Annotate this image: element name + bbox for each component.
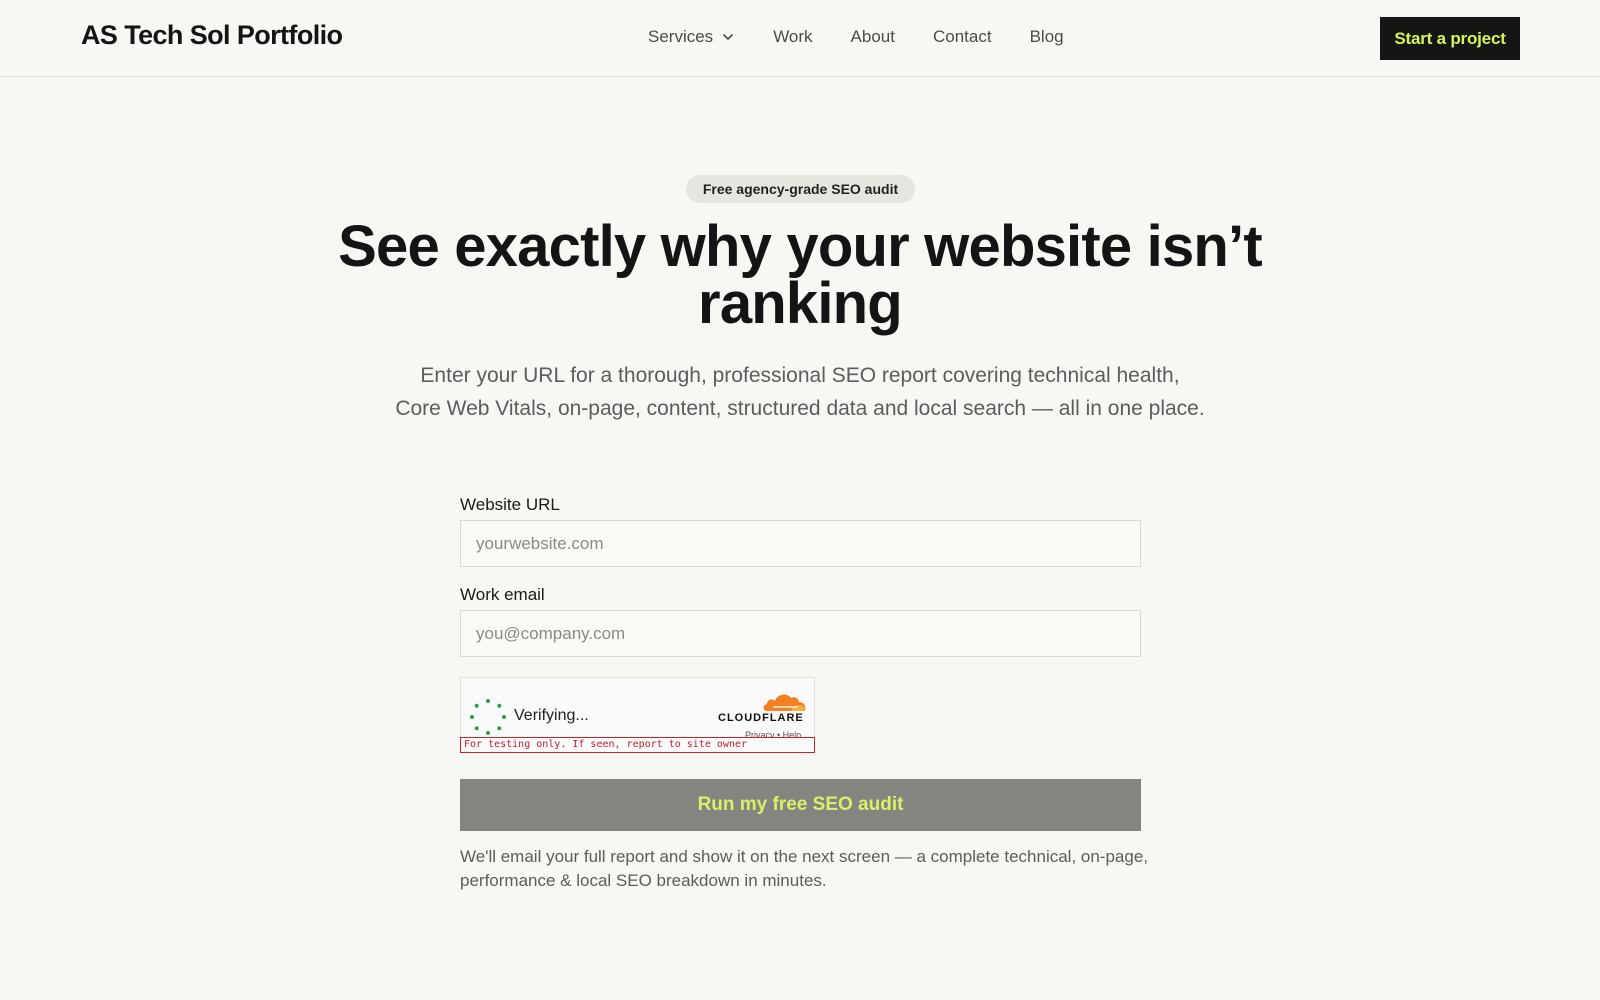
headline-line-1: See exactly why your website isn’t	[338, 214, 1263, 279]
chevron-down-icon	[723, 34, 733, 40]
site-header: AS Tech Sol Portfolio Services Work Abou…	[0, 0, 1600, 77]
nav-item-label: Services	[648, 27, 714, 46]
nav-item-label: Work	[773, 27, 813, 46]
hero-badge: Free agency-grade SEO audit	[686, 175, 915, 203]
nav-item-label: About	[850, 27, 895, 46]
site-logo[interactable]: AS Tech Sol Portfolio	[81, 20, 343, 51]
page-title: See exactly why your website isn’t ranki…	[300, 218, 1300, 333]
nav-item-blog[interactable]: Blog	[1030, 27, 1064, 47]
headline-line-2: ranking	[698, 271, 903, 336]
email-label: Work email	[460, 585, 545, 604]
work-email-input[interactable]	[460, 610, 1141, 657]
form-footnote: We'll email your full report and show it…	[460, 847, 1149, 890]
cloudflare-cloud-icon	[763, 694, 806, 711]
start-project-button[interactable]: Start a project	[1380, 17, 1520, 60]
nav-item-services[interactable]: Services	[648, 27, 735, 47]
cloudflare-wordmark: CLOUDFLARE	[718, 712, 804, 724]
url-label: Website URL	[460, 495, 560, 514]
nav-item-label: Contact	[932, 27, 992, 46]
spinner-icon	[470, 699, 506, 735]
hero-subcopy: Enter your URL for a thorough, professio…	[395, 364, 1205, 420]
run-seo-audit-button[interactable]: Run my free SEO audit	[460, 779, 1141, 831]
captcha-status: Verifying...	[514, 707, 589, 724]
captcha-test-notice: For testing only. If seen, report to sit…	[460, 737, 815, 753]
nav-item-about[interactable]: About	[851, 27, 895, 47]
nav-item-contact[interactable]: Contact	[933, 27, 992, 47]
main-nav: Services Work About Contact Blog	[648, 27, 1102, 47]
website-url-input[interactable]	[460, 520, 1141, 567]
nav-item-label: Blog	[1029, 27, 1064, 46]
nav-item-work[interactable]: Work	[773, 27, 812, 47]
